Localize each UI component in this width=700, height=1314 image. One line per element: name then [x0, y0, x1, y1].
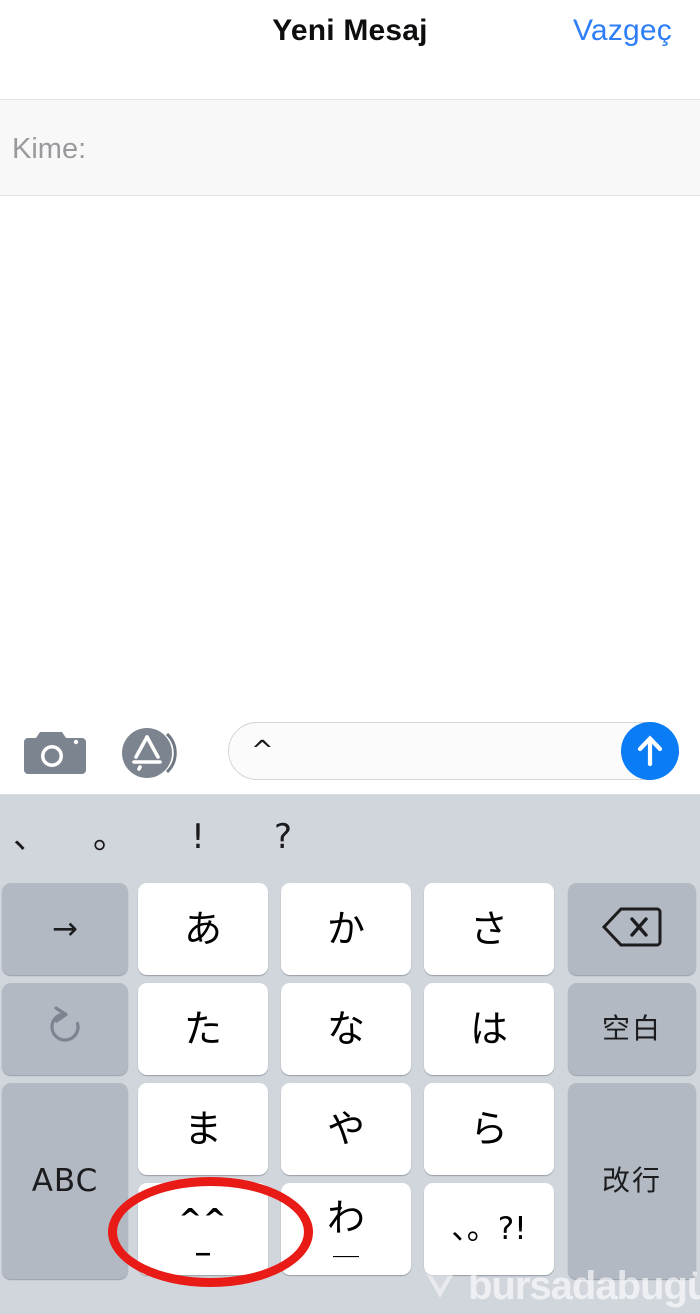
- key-ya-row[interactable]: や: [281, 1083, 411, 1175]
- key-label: 、。?!: [451, 1210, 527, 1247]
- key-backspace[interactable]: [568, 883, 696, 975]
- message-conversation-area: [0, 196, 700, 704]
- suggestion-item[interactable]: !: [163, 795, 233, 879]
- camera-icon[interactable]: [20, 728, 86, 776]
- japanese-kana-keyboard: 、 。 ! ? → あ か さ た な は 空白 ABC 改行 ま や ら ^^…: [0, 795, 700, 1314]
- key-label: →: [52, 910, 78, 947]
- backspace-icon: [601, 905, 663, 953]
- key-label-stack: ^^ _: [179, 1204, 228, 1256]
- key-abc[interactable]: ABC: [2, 1083, 128, 1279]
- key-emoticon[interactable]: ^^ _: [138, 1183, 268, 1275]
- suggestion-item[interactable]: 、: [0, 795, 65, 879]
- undo-icon: [42, 1004, 88, 1054]
- message-text-value: ^: [251, 735, 274, 766]
- cancel-button[interactable]: Vazgeç: [573, 14, 672, 48]
- key-label: ら: [469, 1107, 508, 1151]
- key-ta-row[interactable]: た: [138, 983, 268, 1075]
- key-label: 改行: [601, 1164, 662, 1197]
- key-label: か: [326, 907, 365, 951]
- key-ka-row[interactable]: か: [281, 883, 411, 975]
- key-label: ま: [183, 1107, 222, 1151]
- key-label: 空白: [601, 1012, 662, 1045]
- navigation-bar: Yeni Mesaj Vazgeç: [0, 0, 700, 100]
- key-label-stack: わ ＿: [327, 1199, 365, 1259]
- suggestion-item[interactable]: ?: [248, 795, 318, 879]
- key-ra-row[interactable]: ら: [424, 1083, 554, 1175]
- key-punctuation[interactable]: 、。?!: [424, 1183, 554, 1275]
- key-ma-row[interactable]: ま: [138, 1083, 268, 1175]
- suggestion-item[interactable]: 。: [75, 795, 145, 879]
- recipient-row[interactable]: Kime:: [0, 100, 700, 196]
- key-label: な: [326, 1007, 365, 1051]
- key-undo[interactable]: [2, 983, 128, 1075]
- recipient-input[interactable]: [95, 128, 675, 170]
- key-label: ABC: [31, 1162, 99, 1199]
- key-sa-row[interactable]: さ: [424, 883, 554, 975]
- key-label: は: [469, 1007, 508, 1051]
- key-space[interactable]: 空白: [568, 983, 696, 1075]
- send-button[interactable]: [621, 722, 679, 780]
- recipient-label: Kime:: [12, 133, 87, 165]
- key-label-bottom: ＿: [332, 1231, 359, 1261]
- key-a-row[interactable]: あ: [138, 883, 268, 975]
- key-label: さ: [469, 907, 508, 951]
- key-arrow-right[interactable]: →: [2, 883, 128, 975]
- key-wa-row[interactable]: わ ＿: [281, 1183, 411, 1275]
- message-input-toolbar: ^: [0, 704, 700, 795]
- keyboard-suggestion-bar: 、 。 ! ?: [0, 795, 700, 879]
- key-label: あ: [183, 907, 222, 951]
- key-na-row[interactable]: な: [281, 983, 411, 1075]
- key-label: や: [326, 1107, 365, 1151]
- keyboard-key-grid: → あ か さ た な は 空白 ABC 改行 ま や ら ^^ _ わ ＿ 、…: [0, 879, 700, 1314]
- key-label: た: [183, 1007, 222, 1051]
- key-return[interactable]: 改行: [568, 1083, 696, 1279]
- app-store-icon[interactable]: [120, 726, 177, 780]
- key-ha-row[interactable]: は: [424, 983, 554, 1075]
- message-text-field[interactable]: ^: [228, 722, 679, 780]
- key-label-bottom: _: [195, 1222, 210, 1256]
